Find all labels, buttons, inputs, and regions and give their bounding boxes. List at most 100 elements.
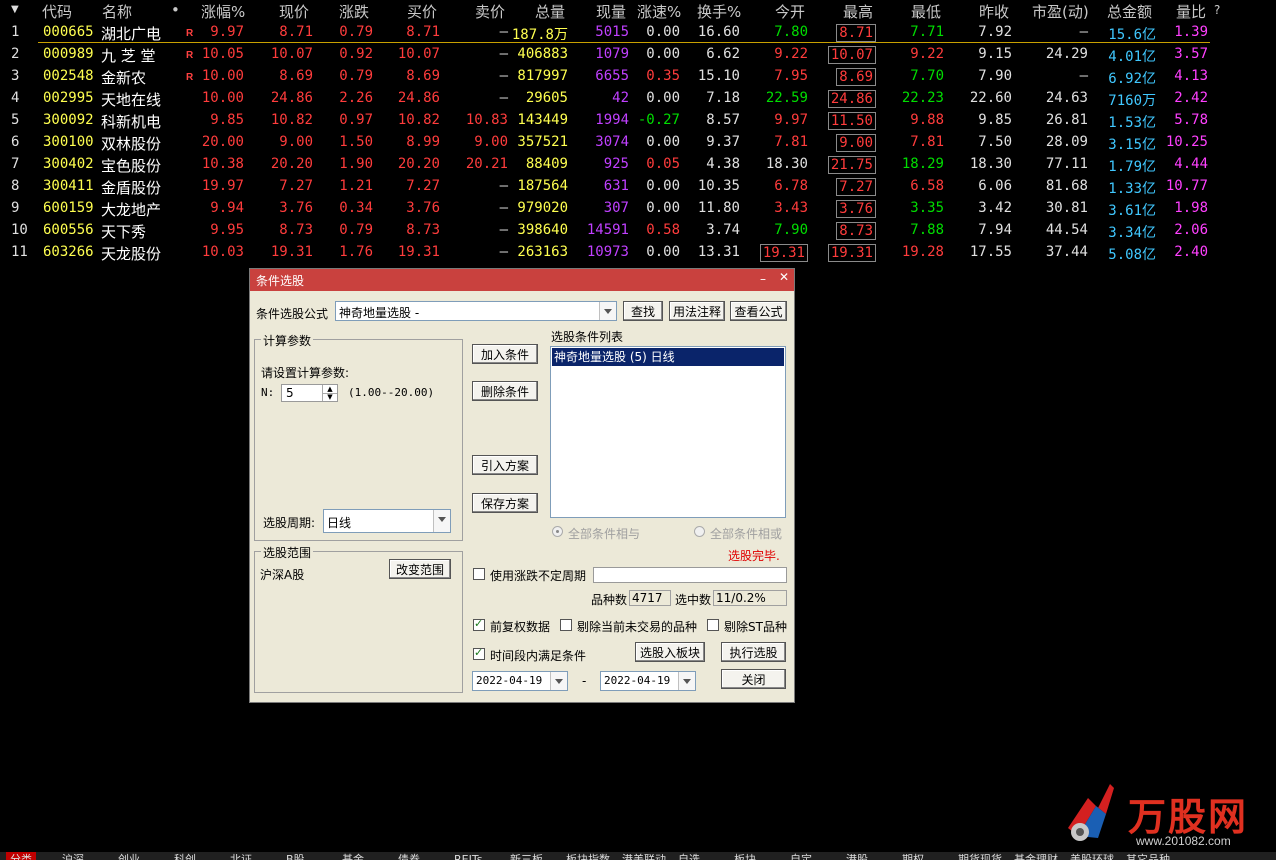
exclude-untraded-checkbox[interactable]	[560, 619, 572, 631]
stock-code: 300100	[43, 134, 94, 150]
save-scheme-button[interactable]: 保存方案	[472, 493, 538, 513]
header-low[interactable]: 最低	[911, 1, 941, 22]
header-high[interactable]: 最高	[843, 1, 873, 22]
table-row[interactable]: 7 300402 宝色股份 10.38 20.20 1.90 20.20 20.21 88409…	[0, 154, 1276, 176]
bottom-tab[interactable]: 分类	[6, 852, 36, 860]
dialog-title-bar[interactable]: 条件选股 – ✕	[250, 269, 794, 291]
table-row[interactable]: 3 002548 金新农 R 10.00 8.69 0.79 8.69 — 817997 6655 0…	[0, 66, 1276, 88]
bottom-tab[interactable]: 板块	[734, 852, 756, 860]
volume-ratio: 10.25	[1165, 134, 1208, 150]
indefinite-period-checkbox[interactable]	[473, 568, 485, 580]
header-volume[interactable]: 总量	[535, 1, 565, 22]
bottom-tab[interactable]: 基金	[342, 852, 364, 860]
add-condition-button[interactable]: 加入条件	[472, 344, 538, 364]
header-price[interactable]: 现价	[279, 1, 309, 22]
header-ask[interactable]: 卖价	[475, 1, 505, 22]
bid-price: 24.86	[397, 90, 440, 106]
radio-or[interactable]	[694, 526, 705, 537]
exclude-st-checkbox[interactable]	[707, 619, 719, 631]
find-button[interactable]: 查找	[623, 301, 663, 321]
date-from-select[interactable]: 2022-04-19	[472, 671, 568, 691]
prev-close: 7.92	[978, 24, 1012, 40]
chevron-down-icon[interactable]	[678, 672, 695, 690]
table-row[interactable]: 8 300411 金盾股份 19.97 7.27 1.21 7.27 — 187564 631 0.…	[0, 176, 1276, 198]
formula-select[interactable]: 神奇地量选股 -	[335, 301, 617, 321]
radio-and[interactable]	[552, 526, 563, 537]
close-button[interactable]: 关闭	[721, 669, 786, 689]
help-icon[interactable]: ?	[1214, 3, 1220, 17]
header-turnover[interactable]: 换手%	[697, 1, 741, 22]
bottom-tab[interactable]: 自选	[678, 852, 700, 860]
header-code[interactable]: 代码	[42, 1, 72, 22]
header-vol-ratio[interactable]: 量比	[1176, 1, 1206, 22]
low-price: 19.28	[901, 244, 944, 260]
period-condition-checkbox[interactable]	[473, 646, 485, 660]
delete-condition-button[interactable]: 删除条件	[472, 381, 538, 401]
bottom-tab[interactable]: 沪深	[62, 852, 84, 860]
table-row[interactable]: 11 603266 天龙股份 10.03 19.31 1.76 19.31 — 263163 10…	[0, 242, 1276, 264]
table-row[interactable]: 2 000989 九 芝 堂 R 10.05 10.07 0.92 10.07 — 406883 1…	[0, 44, 1276, 66]
total-volume: 187564	[517, 178, 568, 194]
bottom-tab[interactable]: 新三板	[510, 852, 543, 860]
table-row[interactable]: 6 300100 双林股份 20.00 9.00 1.50 8.99 9.00 357521 30…	[0, 132, 1276, 154]
change-scope-button[interactable]: 改变范围	[389, 559, 451, 579]
header-chg-pct[interactable]: 涨幅%	[201, 1, 245, 22]
condition-list[interactable]: 神奇地量选股 (5) 日线	[550, 346, 786, 518]
table-row[interactable]: 4 002995 天地在线 10.00 24.86 2.26 24.86 — 29605 42 0.…	[0, 88, 1276, 110]
stock-name: 天下秀	[101, 223, 147, 241]
indefinite-period-input[interactable]	[593, 567, 787, 583]
bottom-tab[interactable]: 期权	[902, 852, 924, 860]
close-icon[interactable]: ✕	[779, 270, 789, 284]
header-speed[interactable]: 涨速%	[637, 1, 681, 22]
chevron-down-icon[interactable]	[550, 672, 567, 690]
chevron-down-icon[interactable]	[599, 302, 616, 320]
header-open[interactable]: 今开	[775, 1, 805, 22]
bottom-tab[interactable]: 自定	[790, 852, 812, 860]
bottom-tab[interactable]: 板块指数	[566, 852, 610, 860]
header-cur-volume[interactable]: 现量	[596, 1, 626, 22]
current-volume: 3074	[595, 134, 629, 150]
period-select[interactable]: 日线	[323, 509, 451, 533]
stepper-down-icon[interactable]: ▼	[322, 393, 337, 401]
header-chg[interactable]: 涨跌	[339, 1, 369, 22]
header-prev-close[interactable]: 昨收	[979, 1, 1009, 22]
ask-price: —	[499, 200, 508, 216]
sort-menu-icon[interactable]: ▼	[11, 4, 19, 15]
table-row[interactable]: 10 600556 天下秀 9.95 8.73 0.79 8.73 — 398640 14591 0…	[0, 220, 1276, 242]
bottom-tab[interactable]: 其它品种	[1126, 852, 1170, 860]
header-amount[interactable]: 总金额	[1107, 1, 1152, 22]
table-row[interactable]: 5 300092 科新机电 9.85 10.82 0.97 10.82 10.83 143449…	[0, 110, 1276, 132]
bottom-tab[interactable]: 港美联动	[622, 852, 666, 860]
bottom-tab[interactable]: REITs	[454, 852, 482, 860]
bottom-tab[interactable]: 北证	[230, 852, 252, 860]
volume-ratio: 2.42	[1174, 90, 1208, 106]
bottom-tab[interactable]: 基金理财	[1014, 852, 1058, 860]
bottom-tab[interactable]: B股	[286, 852, 305, 860]
view-formula-button[interactable]: 查看公式	[730, 301, 787, 321]
header-name[interactable]: 名称	[102, 1, 132, 22]
param-n-stepper[interactable]: 5 ▲ ▼	[281, 384, 338, 402]
date-to-select[interactable]: 2022-04-19	[600, 671, 696, 691]
header-bid[interactable]: 买价	[407, 1, 437, 22]
bottom-tab[interactable]: 港股	[846, 852, 868, 860]
table-row[interactable]: 9 600159 大龙地产 9.94 3.76 0.34 3.76 — 979020 307 0.0…	[0, 198, 1276, 220]
minimize-icon[interactable]: –	[760, 272, 766, 286]
bottom-tab[interactable]: 美股环球	[1070, 852, 1114, 860]
bottom-tab[interactable]: 期货现货	[958, 852, 1002, 860]
table-row[interactable]: 1 000665 湖北广电 R 9.97 8.71 0.79 8.71—187.8万 5015 0…	[0, 22, 1276, 44]
header-pe[interactable]: 市盈(动)	[1032, 1, 1089, 22]
bottom-tab[interactable]: 债券	[398, 852, 420, 860]
add-to-block-button[interactable]: 选股入板块	[635, 642, 705, 662]
import-scheme-button[interactable]: 引入方案	[472, 455, 538, 475]
change: 0.79	[339, 24, 373, 40]
usage-notes-button[interactable]: 用法注释	[669, 301, 725, 321]
total-volume: 406883	[517, 46, 568, 62]
run-selection-button[interactable]: 执行选股	[721, 642, 786, 662]
ask-price: —	[499, 46, 508, 62]
forward-adjusted-checkbox[interactable]	[473, 617, 485, 631]
bottom-tab[interactable]: 科创	[174, 852, 196, 860]
bottom-tab[interactable]: 创业	[118, 852, 140, 860]
stock-name: 天龙股份	[101, 245, 162, 263]
chevron-down-icon[interactable]	[433, 510, 450, 532]
list-item[interactable]: 神奇地量选股 (5) 日线	[552, 348, 784, 366]
